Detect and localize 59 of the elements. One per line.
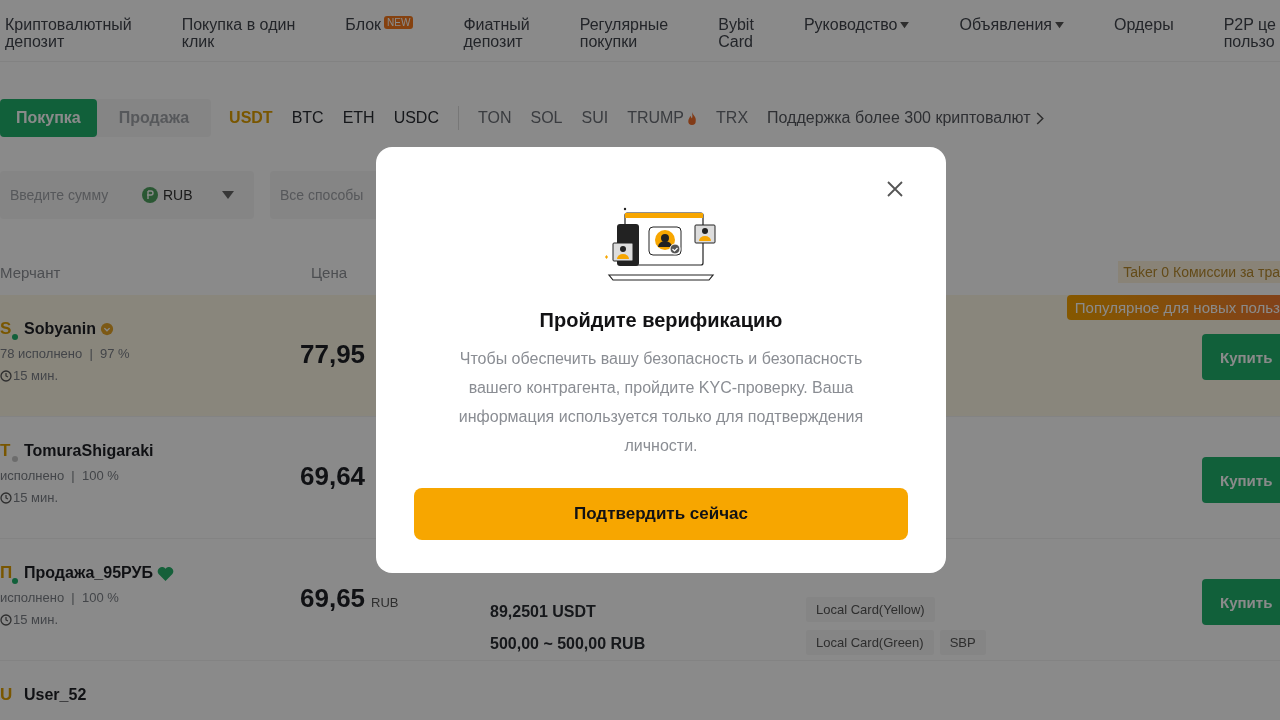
- currency-selector[interactable]: RUB: [142, 187, 193, 203]
- dialog-message: Чтобы обеспечить вашу безопасность и безопасность вашего контрагента, пройдите KYC-проверку. Ваша информация используется только для подтверждения личности.: [457, 349, 865, 456]
- coin-tab[interactable]: TON: [478, 109, 512, 127]
- coin-tab[interactable]: SOL: [530, 109, 563, 127]
- order-limit: 500,00 ~ 500,00 RUB: [490, 635, 647, 653]
- trade-stats: исполнено | 100 %: [0, 468, 120, 483]
- clock-icon: [0, 613, 12, 626]
- nav-link[interactable]: Руководство: [803, 16, 910, 33]
- merchant-name[interactable]: Продажа_95РУБ: [24, 564, 153, 582]
- payment-time: 15 мин.: [0, 612, 300, 627]
- nav-link[interactable]: Ордеры: [1114, 16, 1174, 33]
- avatar-letter: П: [0, 563, 14, 583]
- price-value: 69,65: [300, 583, 366, 614]
- column-header: Цена: [311, 263, 348, 281]
- nav-link[interactable]: Блок NEW: [345, 16, 414, 33]
- trade-stats: исполнено | 100 %: [0, 590, 120, 605]
- payment-method-tag: SBP: [939, 630, 986, 655]
- merchant-name[interactable]: Sobyanin: [24, 320, 96, 338]
- coin-tab[interactable]: BTC: [291, 109, 324, 127]
- ruble-coin-icon: [142, 187, 158, 203]
- more-coins-link[interactable]: Поддержка более 300 криптовалют: [767, 109, 1045, 127]
- dropdown-icon: [222, 191, 234, 199]
- close-button[interactable]: [887, 181, 903, 197]
- clock-icon: [0, 369, 12, 382]
- price-value: 69,64: [300, 461, 366, 492]
- nav-link[interactable]: Фиатный депозит: [463, 16, 530, 50]
- coin-tab[interactable]: TRUMP: [627, 109, 698, 127]
- nav-link[interactable]: Bybit Card: [718, 16, 754, 50]
- nav-link[interactable]: Объявления: [959, 16, 1064, 33]
- coin-tab[interactable]: ETH: [342, 109, 375, 127]
- chevron-right-icon: [1036, 111, 1045, 125]
- promo-tag: Популярное для новых польз: [1066, 295, 1280, 320]
- payment-method-tag: Local Card(Green): [806, 630, 934, 655]
- nav-link[interactable]: Криптовалютный депозит: [5, 16, 132, 50]
- avatar-letter: S: [0, 319, 13, 339]
- payment-time: 15 мин.: [0, 490, 300, 505]
- verify-now-button[interactable]: Подтвердить сейчас: [414, 488, 908, 540]
- trade-stats: 78 исполнено | 97 %: [0, 346, 131, 361]
- column-header: Мерчант: [0, 263, 62, 281]
- dialog-title: Пройдите верификацию: [539, 309, 783, 332]
- coin-tab[interactable]: USDC: [393, 109, 439, 127]
- price-value: 77,95: [300, 339, 366, 370]
- avatar-letter: T: [0, 441, 12, 461]
- payment-time: 15 мин.: [0, 368, 300, 383]
- price-currency: RUB: [371, 595, 399, 610]
- payment-method-tag: Local Card(Yellow): [806, 597, 935, 622]
- taker-fee-tag: Taker 0 Комиссии за тра: [1118, 261, 1280, 283]
- fire-icon: [687, 111, 698, 125]
- coin-tab[interactable]: SUI: [581, 109, 609, 127]
- avatar-letter: U: [0, 685, 14, 705]
- merchant-name[interactable]: User_52: [24, 686, 87, 704]
- available-amount: 89,2501 USDT: [490, 603, 597, 621]
- new-badge: NEW: [384, 16, 414, 29]
- clock-icon: [0, 491, 12, 504]
- merchant-name[interactable]: TomuraShigaraki: [24, 442, 154, 460]
- nav-link[interactable]: P2P це пользо: [1223, 16, 1276, 50]
- coin-tab[interactable]: TRX: [716, 109, 749, 127]
- nav-link[interactable]: Покупка в один клик: [181, 16, 296, 50]
- nav-link[interactable]: Регулярные покупки: [579, 16, 669, 50]
